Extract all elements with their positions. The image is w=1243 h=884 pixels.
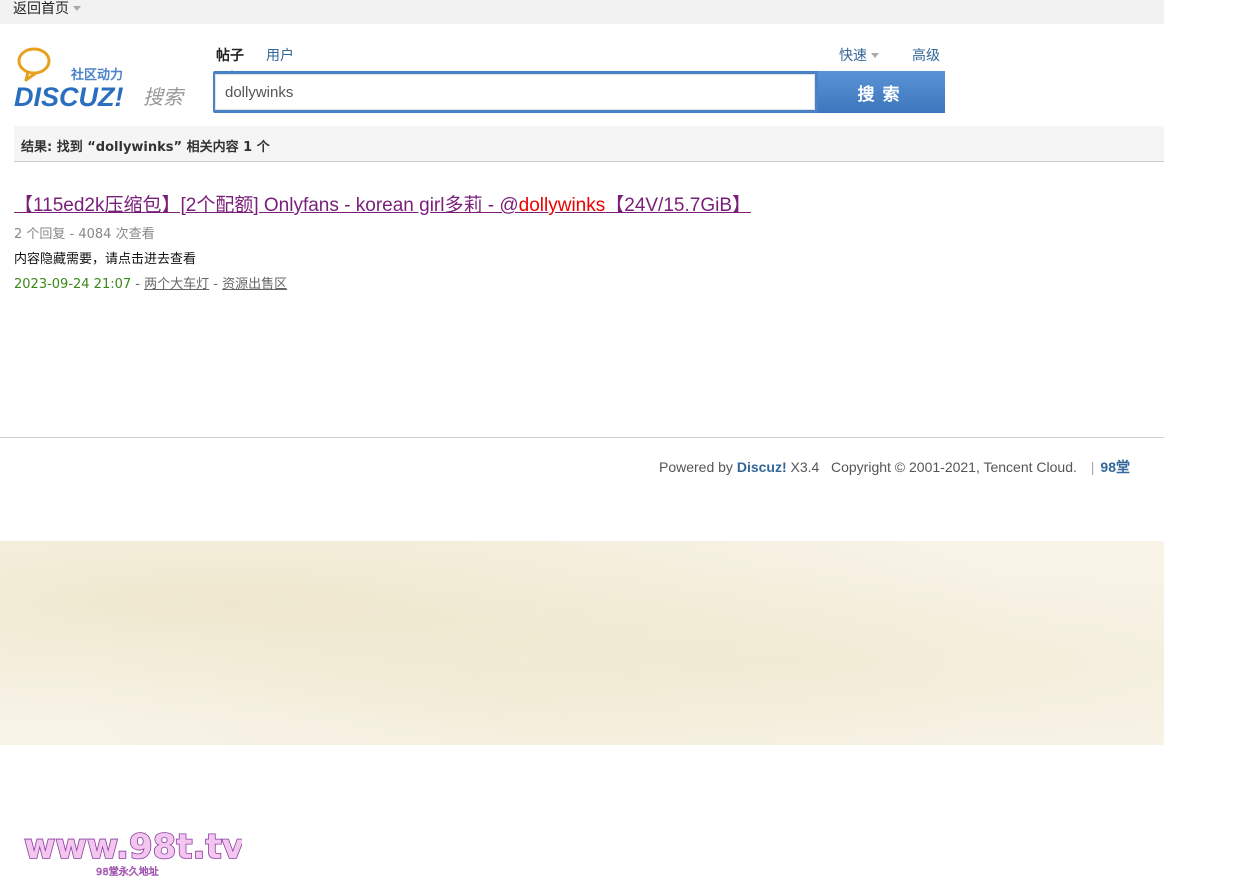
logo-brand: DISCUZ! — [14, 82, 124, 110]
quick-search-dropdown[interactable]: 快速 — [839, 45, 879, 65]
search-form: 搜索 — [213, 71, 945, 113]
result-forum-link[interactable]: 资源出售区 — [222, 277, 287, 292]
tab-users-label: 用户 — [266, 48, 294, 64]
footer: Powered by Discuz! X3.4 Copyright © 2001… — [659, 457, 1130, 477]
list-item: 【115ed2k压缩包】[2个配额] Onlyfans - korean gir… — [14, 190, 751, 292]
tab-posts-label: 帖子 — [216, 48, 244, 64]
footer-divider — [0, 437, 1164, 438]
discuz-link[interactable]: Discuz! — [737, 459, 787, 475]
footer-powered-by: Powered by — [659, 459, 733, 475]
back-home-link[interactable]: 返回首页 — [13, 0, 81, 18]
result-title-prefix: 【115ed2k压缩包】[2个配额] Onlyfans - korean gir… — [14, 195, 519, 216]
footer-version: X3.4 — [790, 459, 820, 475]
footer-copyright: Copyright © 2001-2021, Tencent Cloud. — [831, 459, 1077, 475]
footer-separator: | — [1090, 459, 1095, 475]
watermark-subtitle: 98堂永久地址 — [96, 865, 159, 878]
search-button[interactable]: 搜索 — [818, 71, 945, 113]
meta-separator: - — [135, 277, 145, 292]
result-title-link[interactable]: 【115ed2k压缩包】[2个配额] Onlyfans - korean gir… — [14, 190, 751, 217]
result-author-link[interactable]: 两个大车灯 — [144, 277, 209, 292]
watermark-url: www.98t.tv — [24, 827, 242, 867]
chevron-down-icon — [73, 5, 81, 11]
discuz-search-logo[interactable]: 社区动力 DISCUZ! 搜索 — [14, 44, 194, 110]
chevron-down-icon — [871, 52, 879, 58]
back-home-label: 返回首页 — [13, 1, 69, 17]
site-name-link[interactable]: 98堂 — [1100, 459, 1130, 475]
logo-tagline: 社区动力 — [70, 67, 123, 83]
quick-search-label: 快速 — [839, 48, 867, 64]
result-date: 2023-09-24 21:07 — [14, 277, 132, 292]
advanced-search-link[interactable]: 高级 — [912, 45, 940, 65]
meta-separator: - — [213, 277, 223, 292]
textured-background-band — [0, 541, 1164, 745]
search-input[interactable] — [215, 74, 815, 110]
result-stats: 2 个回复 - 4084 次查看 — [14, 227, 155, 242]
top-bar: 返回首页 — [0, 0, 1164, 24]
result-title-highlight: dollywinks — [518, 195, 606, 216]
result-summary-bar: 结果: 找到 “dollywinks” 相关内容 1 个 — [14, 126, 1164, 162]
logo-suffix: 搜索 — [143, 85, 186, 109]
result-title-suffix: 【24V/15.7GiB】 — [605, 195, 751, 216]
result-summary: 结果: 找到 “dollywinks” 相关内容 1 个 — [21, 140, 270, 155]
site-watermark-logo: www.98t.tv 98堂永久地址 — [23, 826, 242, 878]
result-meta: 2023-09-24 21:07 - 两个大车灯 - 资源出售区 — [14, 273, 751, 292]
result-description: 内容隐藏需要，请点击进去查看 — [14, 252, 197, 267]
speech-bubble-icon — [17, 47, 51, 82]
